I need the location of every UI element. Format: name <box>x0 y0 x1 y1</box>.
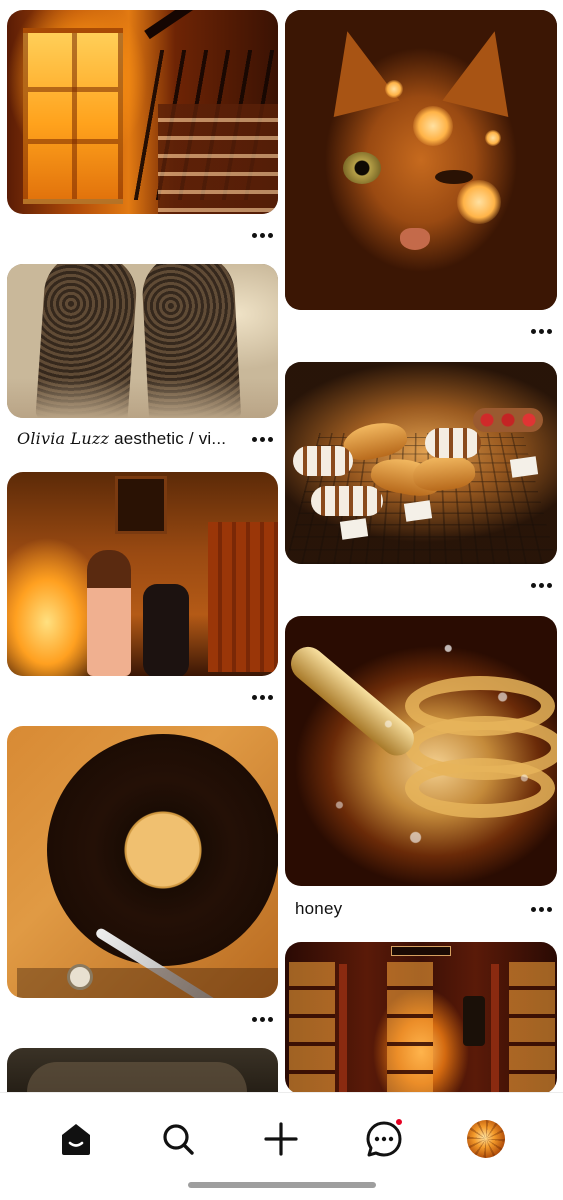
avatar <box>467 1120 505 1158</box>
nav-create-button[interactable] <box>261 1119 301 1159</box>
image-vinyl-record <box>7 726 278 998</box>
more-icon <box>530 328 552 334</box>
more-options-button[interactable] <box>246 220 278 250</box>
pin-title[interactable]: honey <box>285 899 525 919</box>
more-icon <box>251 694 273 700</box>
nav-search-button[interactable] <box>158 1119 198 1159</box>
pin-card[interactable] <box>285 10 557 344</box>
plus-icon <box>264 1122 298 1156</box>
nav-home-button[interactable] <box>56 1119 96 1159</box>
pin-image[interactable] <box>7 472 278 676</box>
more-icon <box>530 582 552 588</box>
more-icon <box>251 232 273 238</box>
more-options-button[interactable] <box>246 682 278 712</box>
image-sunlit-window <box>7 10 278 214</box>
pin-image[interactable] <box>7 264 278 418</box>
more-options-button[interactable] <box>246 424 278 454</box>
pin-meta: Olivia Luzz aesthetic / vi... <box>7 424 278 454</box>
pin-image[interactable] <box>285 942 557 1094</box>
pin-card[interactable] <box>285 362 557 604</box>
pin-meta <box>285 316 557 346</box>
pin-title-text: aesthetic / vi... <box>114 429 227 448</box>
pin-meta: honey <box>285 894 557 924</box>
search-icon <box>163 1124 194 1155</box>
pin-card[interactable]: Olivia Luzz aesthetic / vi... <box>7 264 278 456</box>
pin-image[interactable] <box>285 10 557 310</box>
image-lace-tights <box>7 264 278 418</box>
pin-meta <box>285 570 557 600</box>
pin-meta <box>7 1004 278 1034</box>
pin-card[interactable] <box>7 472 278 716</box>
nav-profile-button[interactable] <box>466 1119 506 1159</box>
more-icon <box>251 1016 273 1022</box>
pin-card[interactable]: honey <box>285 616 557 926</box>
pin-image[interactable] <box>285 616 557 886</box>
image-warm-room <box>7 472 278 676</box>
more-options-button[interactable] <box>525 894 557 924</box>
image-cat <box>285 10 557 310</box>
more-icon <box>530 906 552 912</box>
image-telephone-booth <box>285 942 557 1094</box>
home-icon <box>62 1124 90 1155</box>
pin-image[interactable] <box>285 362 557 564</box>
home-indicator <box>188 1182 376 1188</box>
pin-meta <box>7 220 278 250</box>
pin-meta <box>7 682 278 712</box>
more-options-button[interactable] <box>246 1004 278 1034</box>
more-options-button[interactable] <box>525 570 557 600</box>
image-honey-dipper <box>285 616 557 886</box>
pin-title[interactable]: Olivia Luzz aesthetic / vi... <box>7 429 246 449</box>
pin-image[interactable] <box>7 726 278 998</box>
image-bakery-pastries <box>285 362 557 564</box>
pin-card[interactable] <box>285 942 557 1094</box>
more-icon <box>251 436 273 442</box>
more-options-button[interactable] <box>525 316 557 346</box>
pin-card[interactable] <box>7 10 278 250</box>
pin-image[interactable] <box>7 10 278 214</box>
pin-card[interactable] <box>7 726 278 1040</box>
notification-badge <box>394 1117 404 1127</box>
nav-messages-button[interactable] <box>364 1117 404 1159</box>
pin-title-script: Olivia Luzz <box>17 429 110 448</box>
